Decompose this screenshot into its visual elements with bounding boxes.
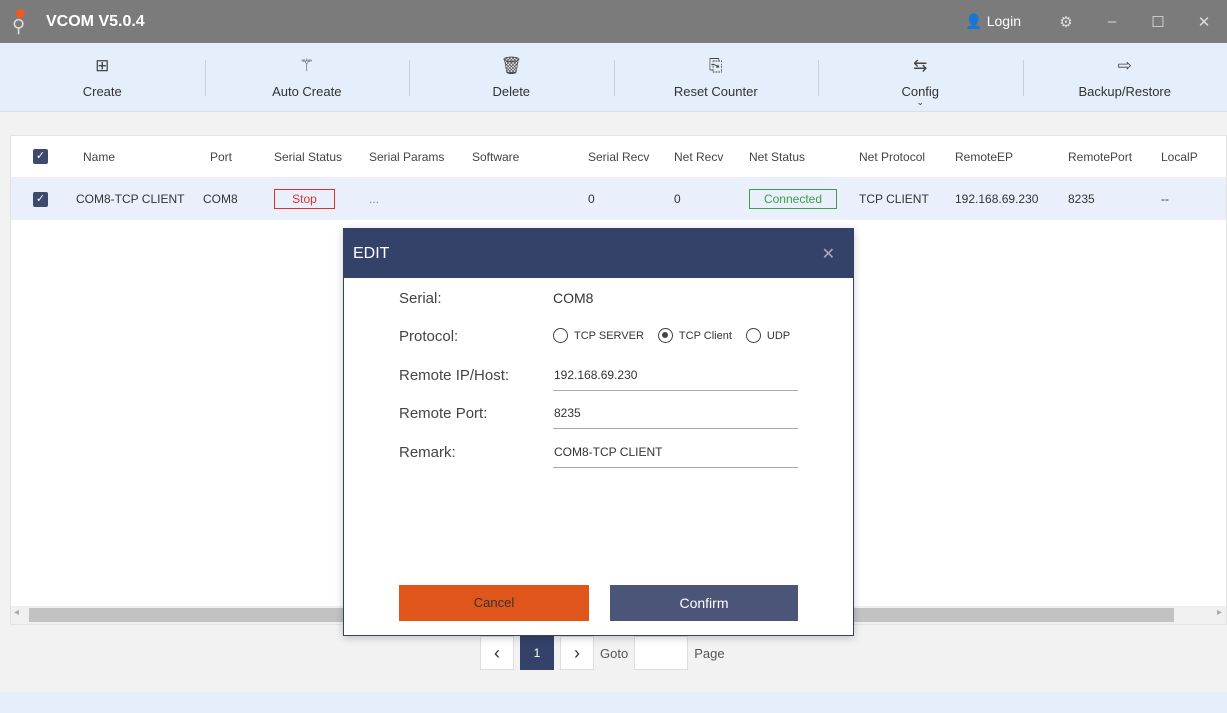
chevron-down-icon: ⌄ (916, 97, 925, 107)
scroll-right-icon[interactable]: ▸ (1217, 607, 1222, 618)
cell-name: COM8-TCP CLIENT (76, 192, 185, 206)
remote-ip-input[interactable]: 192.168.69.230 (553, 368, 798, 391)
reset-icon: ⎘ (708, 55, 723, 75)
magic-wand-icon: ⚚ (299, 55, 315, 75)
export-icon: ⇨ (1117, 55, 1132, 75)
user-icon: 👤 (965, 13, 983, 29)
current-page-button[interactable]: 1 (520, 636, 554, 670)
config-button[interactable]: ⇆ Config ⌄ (818, 43, 1023, 111)
settings-gear-icon[interactable]: ⚙ (1043, 13, 1089, 31)
edit-dialog: EDIT ✕ Serial: COM8 Protocol: TCP SERVER … (343, 228, 854, 636)
app-logo-icon: ⚲ (10, 8, 36, 36)
prev-page-button[interactable]: ‹ (480, 636, 514, 670)
radio-tcp-server[interactable] (553, 328, 568, 343)
cell-serial-params: ... (369, 192, 380, 206)
udp-label: UDP (766, 329, 791, 342)
goto-page-input[interactable] (634, 636, 689, 670)
cell-net-recv: 0 (674, 192, 681, 206)
col-name[interactable]: Name (66, 150, 188, 164)
dialog-close-icon[interactable]: ✕ (822, 244, 835, 264)
protocol-radio-group: TCP SERVER TCP Client UDP (553, 328, 798, 343)
remote-port-label: Remote Port: (399, 405, 488, 422)
net-status-badge: Connected (749, 189, 837, 209)
col-net-status[interactable]: Net Status (745, 150, 855, 164)
cell-remote-ep: 192.168.69.230 (955, 192, 1039, 206)
remark-label: Remark: (399, 444, 456, 461)
create-label: Create (82, 83, 122, 99)
col-serial-params[interactable]: Serial Params (365, 150, 468, 164)
col-remote-ep[interactable]: RemoteEP (951, 150, 1064, 164)
auto-create-button[interactable]: ⚚ Auto Create (204, 43, 410, 111)
title-bar: ⚲ VCOM V5.0.4 👤 Login ⚙ – ☐ ✕ (0, 0, 1227, 43)
status-bar (0, 692, 1227, 713)
col-net-protocol[interactable]: Net Protocol (855, 150, 951, 164)
table-header: ✓ Name Port Serial Status Serial Params … (11, 136, 1226, 178)
cancel-button[interactable]: Cancel (399, 585, 589, 621)
backup-restore-label: Backup/Restore (1078, 83, 1172, 99)
app-title: VCOM V5.0.4 (46, 12, 145, 30)
table-row[interactable]: ✓ COM8-TCP CLIENT COM8 Stop ... 0 0 Conn… (11, 178, 1226, 220)
page-label: Page (694, 645, 725, 661)
cell-local-port: -- (1161, 192, 1169, 206)
col-serial-recv[interactable]: Serial Recv (584, 150, 670, 164)
cell-serial-recv: 0 (588, 192, 595, 206)
backup-restore-button[interactable]: ⇨ Backup/Restore (1022, 43, 1227, 111)
reset-counter-label: Reset Counter (673, 83, 758, 99)
goto-label: Goto (600, 645, 629, 661)
cell-port: COM8 (203, 192, 238, 206)
create-button[interactable]: ⊞ Create (0, 43, 205, 111)
config-icon: ⇆ (913, 55, 928, 75)
serial-value: COM8 (553, 290, 594, 306)
col-port[interactable]: Port (188, 150, 270, 164)
select-all-checkbox[interactable]: ✓ (33, 149, 48, 164)
minimize-button[interactable]: – (1089, 13, 1135, 30)
col-net-recv[interactable]: Net Recv (670, 150, 745, 164)
cell-net-protocol: TCP CLIENT (859, 192, 929, 206)
next-page-button[interactable]: › (560, 636, 594, 670)
protocol-label: Protocol: (399, 328, 459, 345)
remark-input[interactable]: COM8-TCP CLIENT (553, 445, 798, 468)
tcp-server-label: TCP SERVER (574, 329, 644, 342)
confirm-button[interactable]: Confirm (610, 585, 798, 621)
row-checkbox[interactable]: ✓ (33, 191, 48, 207)
scroll-left-icon[interactable]: ◂ (14, 607, 19, 618)
radio-tcp-client[interactable] (657, 328, 673, 343)
toolbar: ⊞ Create ⚚ Auto Create 🗑 Delete ⎘ Reset Coun… (0, 43, 1227, 112)
maximize-button[interactable]: ☐ (1135, 13, 1181, 31)
col-local-port[interactable]: LocalP (1157, 150, 1217, 164)
pagination: ‹ 1 › Goto Page (480, 636, 725, 670)
auto-create-label: Auto Create (272, 83, 342, 99)
serial-status-stop-button[interactable]: Stop (274, 189, 335, 209)
dialog-title: EDIT (353, 244, 390, 262)
close-button[interactable]: ✕ (1181, 13, 1227, 31)
delete-button[interactable]: 🗑 Delete (409, 43, 614, 111)
cell-remote-port: 8235 (1068, 192, 1095, 206)
col-software[interactable]: Software (468, 150, 584, 164)
radio-udp[interactable] (745, 328, 761, 343)
remote-port-input[interactable]: 8235 (553, 406, 798, 429)
col-remote-port[interactable]: RemotePort (1064, 150, 1157, 164)
plus-square-icon: ⊞ (95, 55, 110, 75)
remote-ip-label: Remote IP/Host: (399, 367, 510, 384)
tcp-client-label: TCP Client (678, 329, 732, 342)
delete-label: Delete (492, 83, 531, 99)
col-serial-status[interactable]: Serial Status (270, 150, 365, 164)
reset-counter-button[interactable]: ⎘ Reset Counter (613, 43, 819, 111)
trash-icon: 🗑 (500, 55, 523, 75)
serial-label: Serial: (399, 290, 442, 307)
login-button[interactable]: 👤 Login (965, 13, 1021, 30)
login-label: Login (986, 13, 1021, 29)
